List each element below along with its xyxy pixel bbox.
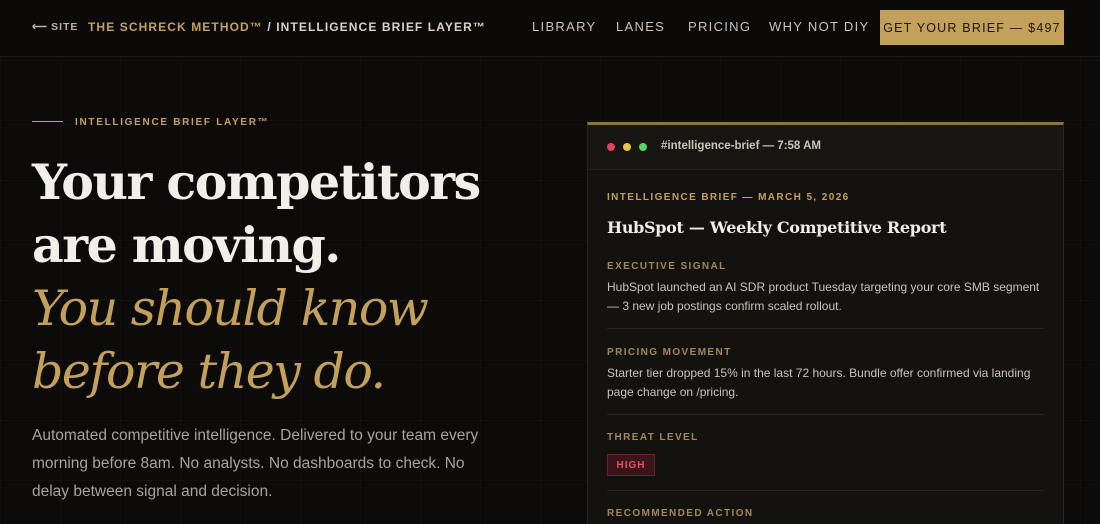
section-divider bbox=[607, 490, 1044, 491]
section-divider bbox=[607, 414, 1044, 415]
brief-title: HubSpot — Weekly Competitive Report bbox=[607, 218, 947, 237]
back-to-site-link[interactable]: ⟵ SITE bbox=[32, 21, 78, 33]
hero-headline-italic: You should know before they do. bbox=[32, 280, 429, 400]
intelligence-brief-preview-card: #intelligence-brief — 7:58 AM INTELLIGEN… bbox=[587, 122, 1064, 524]
card-titlebar: #intelligence-brief — 7:58 AM bbox=[588, 125, 1063, 170]
nav-lanes-link[interactable]: LANES bbox=[616, 19, 665, 34]
window-minimize-dot-icon bbox=[623, 143, 631, 151]
arrow-left-icon: ⟵ bbox=[32, 21, 49, 33]
hero-subtext: Automated competitive intelligence. Deli… bbox=[32, 427, 479, 500]
threat-level-badge: HIGH bbox=[607, 454, 655, 476]
section-divider bbox=[607, 328, 1044, 329]
threat-level-label: THREAT LEVEL bbox=[607, 432, 699, 443]
brand-name: THE SCHRECK METHOD™ bbox=[88, 20, 263, 34]
nav-why-not-diy-link[interactable]: WHY NOT DIY bbox=[769, 19, 870, 34]
recommended-action-label: RECOMMENDED ACTION bbox=[607, 508, 754, 519]
executive-signal-label: EXECUTIVE SIGNAL bbox=[607, 261, 727, 272]
channel-name: #intelligence-brief — 7:58 AM bbox=[661, 140, 821, 152]
eyebrow-divider bbox=[32, 121, 63, 122]
pricing-movement-label: PRICING MOVEMENT bbox=[607, 347, 732, 358]
hero-headline: Your competitors are moving. bbox=[32, 153, 481, 274]
brand-product: INTELLIGENCE BRIEF LAYER™ bbox=[276, 20, 486, 34]
get-your-brief-button[interactable]: GET YOUR BRIEF — $497 bbox=[880, 10, 1064, 45]
pricing-movement-text: Starter tier dropped 15% in the last 72 … bbox=[607, 366, 1031, 399]
brand-breadcrumb[interactable]: THE SCHRECK METHOD™ / INTELLIGENCE BRIEF… bbox=[88, 20, 486, 34]
window-close-dot-icon bbox=[607, 143, 615, 151]
hero-eyebrow: INTELLIGENCE BRIEF LAYER™ bbox=[75, 117, 270, 128]
top-navigation-bar: ⟵ SITE THE SCHRECK METHOD™ / INTELLIGENC… bbox=[0, 0, 1100, 57]
back-label: SITE bbox=[51, 21, 79, 33]
brand-separator: / bbox=[267, 20, 272, 34]
window-maximize-dot-icon bbox=[639, 143, 647, 151]
brief-date-label: INTELLIGENCE BRIEF — MARCH 5, 2026 bbox=[607, 192, 850, 203]
nav-library-link[interactable]: LIBRARY bbox=[532, 19, 597, 34]
executive-signal-text: HubSpot launched an AI SDR product Tuesd… bbox=[607, 280, 1040, 313]
nav-pricing-link[interactable]: PRICING bbox=[688, 19, 751, 34]
